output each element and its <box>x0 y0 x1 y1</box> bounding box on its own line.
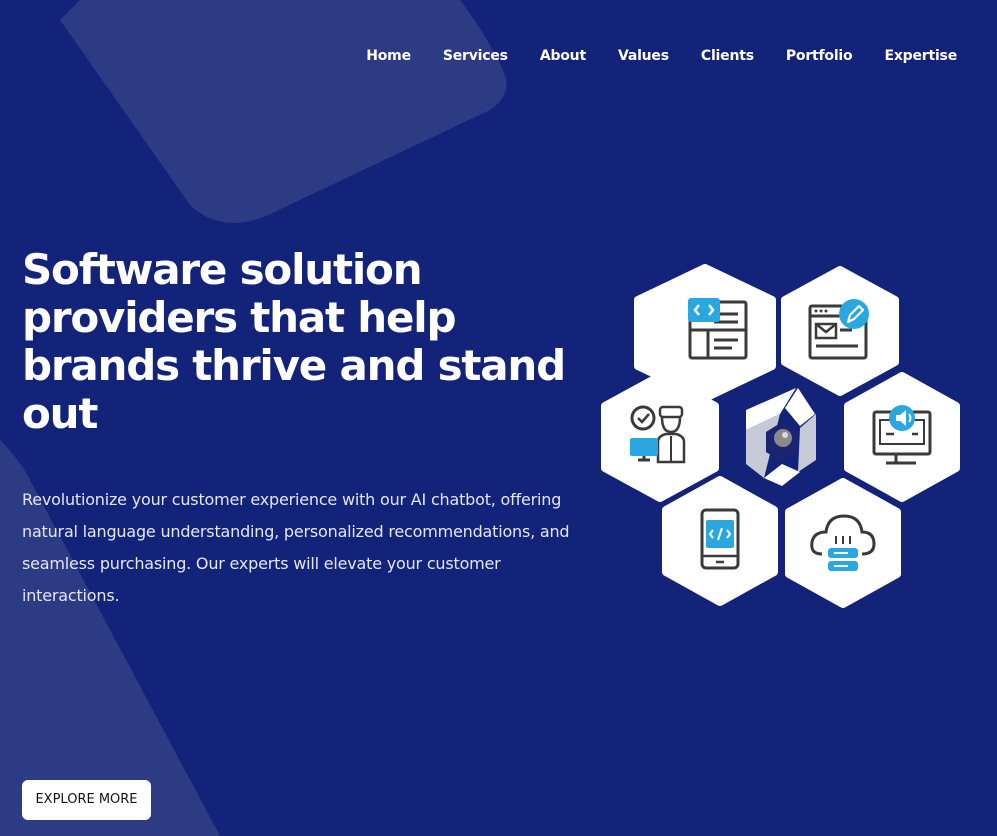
cloud-server-icon <box>785 478 901 608</box>
nav-link-services[interactable]: Services <box>443 46 508 66</box>
nav-link-portfolio[interactable]: Portfolio <box>786 46 853 66</box>
nav-link-values[interactable]: Values <box>618 46 669 66</box>
background-shape-top <box>60 0 507 223</box>
explore-more-button[interactable]: EXPLORE MORE <box>22 780 151 820</box>
nav-link-home[interactable]: Home <box>366 46 411 66</box>
digital-marketing-icon <box>844 372 960 502</box>
main-nav: Home Services About Values Clients Portf… <box>366 46 957 66</box>
web-design-icon <box>781 266 899 396</box>
hero-description: Revolutionize your customer experience w… <box>22 490 570 605</box>
nav-link-expertise[interactable]: Expertise <box>884 46 957 66</box>
hero-title: Software solution providers that help br… <box>22 245 566 438</box>
services-hexagon-illustration <box>601 264 960 608</box>
mobile-development-icon <box>662 476 778 606</box>
logo-center-icon <box>746 388 816 486</box>
nav-link-about[interactable]: About <box>540 46 586 66</box>
developer-icon <box>601 372 719 502</box>
nav-link-clients[interactable]: Clients <box>701 46 754 66</box>
